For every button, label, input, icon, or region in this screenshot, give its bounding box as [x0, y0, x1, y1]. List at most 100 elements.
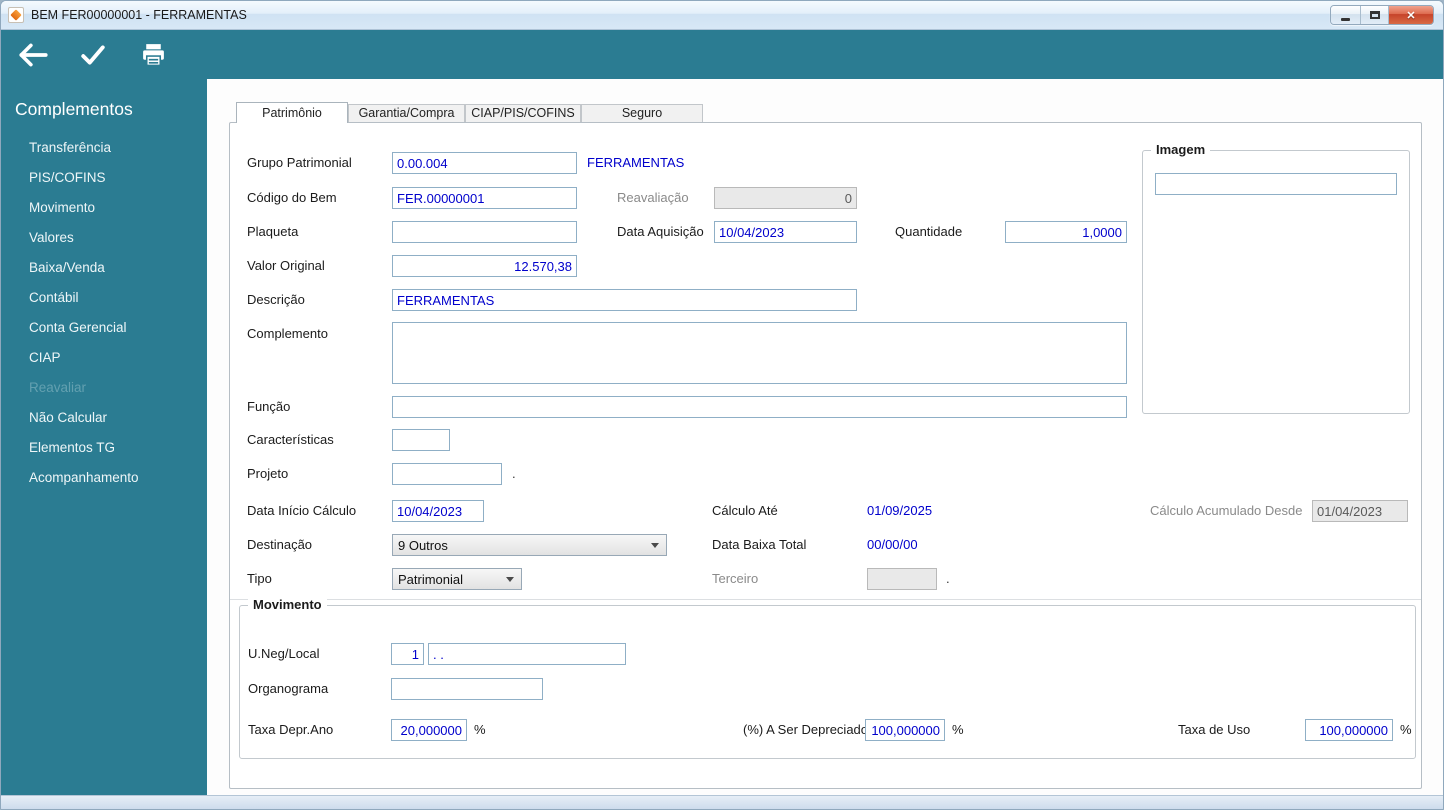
- taxa-depr-ano-suffix: %: [474, 722, 486, 737]
- tipo-label: Tipo: [247, 571, 272, 586]
- window-bottom-frame: [1, 795, 1443, 809]
- taxa-depr-ano-input[interactable]: [391, 719, 467, 741]
- terceiro-input: [867, 568, 937, 590]
- descricao-label: Descrição: [247, 292, 305, 307]
- calculo-acumulado-desde-label: Cálculo Acumulado Desde: [1150, 503, 1303, 518]
- data-baixa-total-value: 00/00/00: [867, 537, 918, 552]
- plaqueta-label: Plaqueta: [247, 224, 299, 239]
- app-icon: [8, 7, 24, 23]
- print-button[interactable]: [131, 35, 175, 75]
- data-aquisicao-label: Data Aquisição: [617, 224, 704, 239]
- form-panel: Grupo Patrimonial FERRAMENTAS Imagem Cód…: [229, 122, 1422, 789]
- quantidade-input[interactable]: [1005, 221, 1127, 243]
- check-icon: [81, 44, 105, 65]
- tipo-selected-value: Patrimonial: [398, 571, 464, 587]
- organograma-input[interactable]: [391, 678, 543, 700]
- caracteristicas-input[interactable]: [392, 429, 450, 451]
- tab-strip: Patrimônio Garantia/Compra CIAP/PIS/COFI…: [236, 102, 703, 123]
- sidebar-item-conta-gerencial[interactable]: Conta Gerencial: [1, 313, 207, 343]
- maximize-icon: [1369, 11, 1380, 19]
- calculo-ate-label: Cálculo Até: [712, 503, 778, 518]
- back-button[interactable]: [11, 35, 55, 75]
- imagem-group-label: Imagem: [1151, 142, 1211, 157]
- a-ser-depreciado-label: (%) A Ser Depreciado: [743, 722, 869, 737]
- taxa-depr-ano-label: Taxa Depr.Ano: [248, 722, 334, 737]
- complemento-textarea[interactable]: [392, 322, 1127, 384]
- printer-icon: [142, 44, 164, 67]
- sidebar-item-movimento[interactable]: Movimento: [1, 193, 207, 223]
- plaqueta-input[interactable]: [392, 221, 577, 243]
- a-ser-depreciado-input[interactable]: [865, 719, 945, 741]
- imagem-input[interactable]: [1155, 173, 1397, 195]
- sidebar-item-reavaliar: Reavaliar: [29, 380, 87, 395]
- maximize-button[interactable]: [1361, 6, 1389, 24]
- organograma-label: Organograma: [248, 681, 329, 696]
- confirm-button[interactable]: [71, 35, 115, 75]
- sidebar-item-baixa-venda[interactable]: Baixa/Venda: [1, 253, 207, 283]
- data-baixa-total-label: Data Baixa Total: [712, 537, 807, 552]
- sidebar-item-pis-cofins[interactable]: PIS/COFINS: [1, 163, 207, 193]
- movimento-group-label: Movimento: [248, 597, 327, 612]
- grupo-patrimonial-description: FERRAMENTAS: [587, 155, 685, 170]
- window-controls: ✕: [1330, 5, 1434, 25]
- toolbar: [1, 30, 1443, 79]
- sidebar-item-acompanhamento[interactable]: Acompanhamento: [1, 463, 207, 493]
- sidebar-item-transferencia[interactable]: Transferência: [1, 133, 207, 163]
- grupo-patrimonial-input[interactable]: [392, 152, 577, 174]
- uneg-input[interactable]: [391, 643, 424, 665]
- minimize-icon: [1341, 18, 1350, 21]
- destinacao-selected-value: 9 Outros: [398, 537, 448, 553]
- descricao-input[interactable]: [392, 289, 857, 311]
- a-ser-depreciado-suffix: %: [952, 722, 964, 737]
- sidebar-menu: Transferência PIS/COFINS Movimento Valor…: [1, 133, 207, 493]
- tab-ciap-pis-cofins[interactable]: CIAP/PIS/COFINS: [465, 104, 581, 122]
- projeto-input[interactable]: [392, 463, 502, 485]
- imagem-groupbox: Imagem: [1142, 142, 1410, 414]
- movimento-groupbox: Movimento U.Neg/Local Organograma Taxa D…: [239, 597, 1416, 759]
- minimize-button[interactable]: [1331, 6, 1361, 24]
- close-button[interactable]: ✕: [1389, 6, 1433, 24]
- reavaliacao-label: Reavaliação: [617, 190, 689, 205]
- taxa-de-uso-suffix: %: [1400, 722, 1412, 737]
- tabpage-divider: [230, 599, 1421, 600]
- tab-seguro[interactable]: Seguro: [581, 104, 703, 122]
- complemento-label: Complemento: [247, 326, 328, 341]
- funcao-input[interactable]: [392, 396, 1127, 418]
- codigo-bem-input[interactable]: [392, 187, 577, 209]
- calculo-ate-value: 01/09/2025: [867, 503, 933, 518]
- arrow-left-icon: [19, 43, 48, 66]
- taxa-de-uso-input[interactable]: [1305, 719, 1393, 741]
- titlebar: BEM FER00000001 - FERRAMENTAS ✕: [1, 1, 1443, 30]
- sidebar-item-ciap[interactable]: CIAP: [1, 343, 207, 373]
- valor-original-label: Valor Original: [247, 258, 325, 273]
- terceiro-label: Terceiro: [712, 571, 759, 586]
- tab-patrimonio[interactable]: Patrimônio: [236, 102, 348, 123]
- funcao-label: Função: [247, 399, 291, 414]
- sidebar-item-elementos-tg[interactable]: Elementos TG: [1, 433, 207, 463]
- sidebar-item-contabil[interactable]: Contábil: [1, 283, 207, 313]
- uneg-local-label: U.Neg/Local: [248, 646, 320, 661]
- valor-original-input[interactable]: [392, 255, 577, 277]
- data-aquisicao-input[interactable]: [714, 221, 857, 243]
- app-window: BEM FER00000001 - FERRAMENTAS ✕ Compleme…: [0, 0, 1444, 810]
- projeto-label: Projeto: [247, 466, 289, 481]
- tipo-select[interactable]: Patrimonial: [392, 568, 522, 590]
- destinacao-select[interactable]: 9 Outros: [392, 534, 667, 556]
- projeto-suffix: .: [512, 466, 516, 481]
- sidebar-title: Complementos: [15, 99, 133, 119]
- sidebar: Complementos Transferência PIS/COFINS Mo…: [1, 79, 207, 795]
- window-title: BEM FER00000001 - FERRAMENTAS: [31, 8, 247, 22]
- chevron-down-icon: [506, 576, 514, 582]
- chevron-down-icon: [651, 542, 659, 548]
- destinacao-label: Destinação: [247, 537, 313, 552]
- grupo-patrimonial-label: Grupo Patrimonial: [247, 155, 352, 170]
- caracteristicas-label: Características: [247, 432, 334, 447]
- codigo-bem-label: Código do Bem: [247, 190, 337, 205]
- sidebar-item-valores[interactable]: Valores: [1, 223, 207, 253]
- local-input[interactable]: [428, 643, 626, 665]
- sidebar-item-nao-calcular[interactable]: Não Calcular: [1, 403, 207, 433]
- tab-garantia-compra[interactable]: Garantia/Compra: [348, 104, 465, 122]
- data-inicio-calculo-input[interactable]: [392, 500, 484, 522]
- reavaliacao-input: [714, 187, 857, 209]
- taxa-de-uso-label: Taxa de Uso: [1178, 722, 1251, 737]
